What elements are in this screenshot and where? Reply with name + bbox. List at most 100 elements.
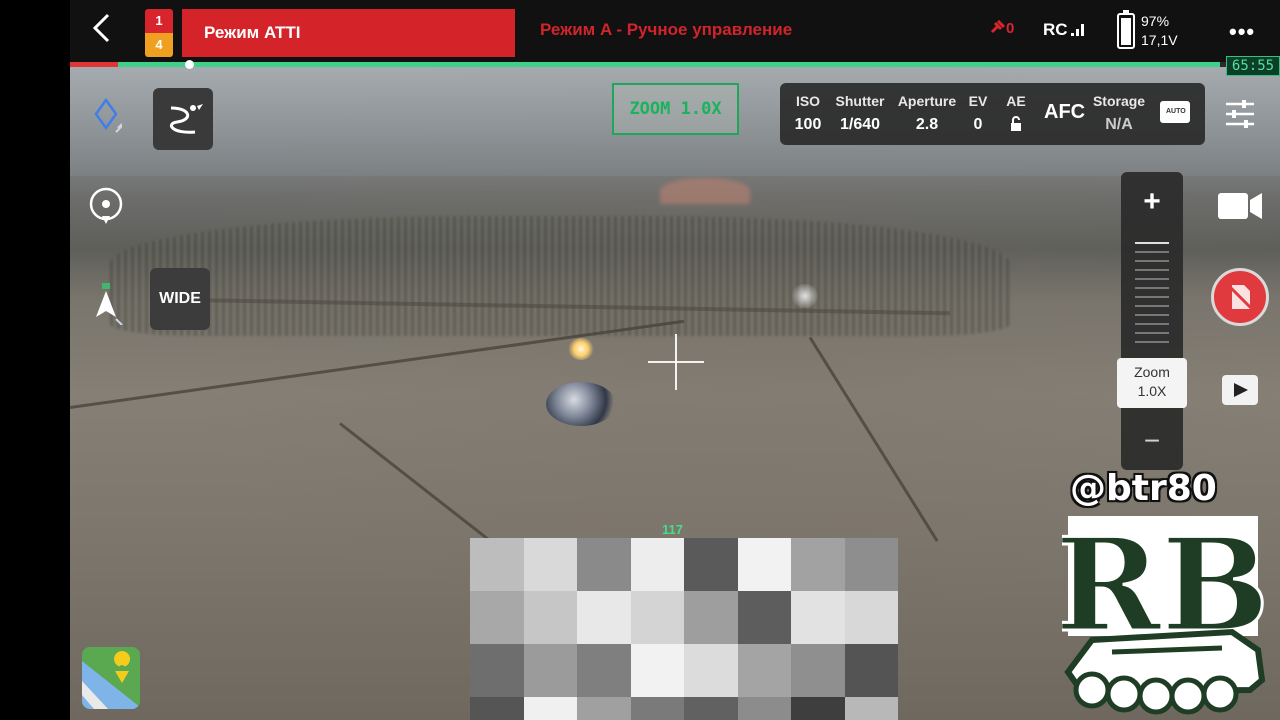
video-camera-icon[interactable] <box>1216 190 1264 222</box>
satellite-icon <box>990 19 1006 34</box>
lock-icon <box>1002 116 1030 136</box>
distant-hill <box>660 178 750 204</box>
progress-knob[interactable] <box>185 60 194 69</box>
zoom-tick <box>1135 314 1169 316</box>
flight-badge-bottom: 4 <box>145 33 173 57</box>
zoom-tick <box>1135 269 1169 271</box>
ae-label: AE <box>1006 93 1026 109</box>
route-icon <box>170 104 203 134</box>
battery-percent: 97% <box>1141 13 1170 29</box>
censor-pixel <box>791 644 845 697</box>
watermark-logo: RB <box>1053 510 1271 717</box>
aperture-param[interactable]: Aperture 2.8 <box>896 93 958 134</box>
explosion-flash <box>568 338 594 360</box>
altitude-readout: 117 <box>662 522 683 537</box>
zoom-out-button[interactable]: − <box>1121 426 1183 456</box>
flight-progress-bar <box>70 60 1280 69</box>
more-options-button[interactable]: ••• <box>1229 21 1255 43</box>
censor-pixel <box>523 591 577 644</box>
censor-pixel <box>844 591 898 644</box>
atti-mode-button[interactable]: Режим ATTI <box>182 9 515 57</box>
censor-pixel <box>577 697 631 720</box>
zoom-slider[interactable]: + Zoom 1.0X − <box>1117 172 1187 470</box>
flight-status-badge[interactable]: 1 4 <box>145 9 173 57</box>
diamond-icon[interactable] <box>92 97 123 134</box>
censor-pixel <box>737 538 791 591</box>
zoom-tick <box>1135 341 1169 343</box>
ev-param[interactable]: EV 0 <box>966 93 990 134</box>
flight-mode-text: Режим A - Ручное управление <box>540 20 793 39</box>
storage-icon[interactable]: AUTO <box>1160 101 1190 123</box>
censor-pixel <box>470 697 524 720</box>
storage-label: Storage <box>1092 93 1146 109</box>
progress-warning-segment <box>70 62 118 67</box>
zoom-tick <box>1135 332 1169 334</box>
censor-pixel <box>791 538 845 591</box>
distant-smoke <box>790 284 820 308</box>
rc-label: RC <box>1043 20 1068 39</box>
sliders-icon[interactable] <box>1224 98 1256 130</box>
watermark-handle: @btr80 <box>1070 468 1217 509</box>
map-button[interactable] <box>82 647 140 709</box>
battery-icon <box>1117 10 1135 49</box>
camera-parameters-panel[interactable]: ISO 100 Shutter 1/640 Aperture 2.8 EV 0 … <box>780 83 1205 145</box>
signal-indicator[interactable]: 0 <box>990 19 1015 37</box>
censor-pixel <box>470 644 524 697</box>
ev-value: 0 <box>973 116 983 133</box>
censor-pixel <box>737 644 791 697</box>
signal-count: 0 <box>1006 20 1015 37</box>
route-button[interactable] <box>153 88 213 150</box>
focus-mode[interactable]: AFC <box>1044 101 1085 124</box>
censor-pixel <box>844 697 898 720</box>
signal-bars-icon <box>1070 22 1087 36</box>
ae-lock-param[interactable]: AE <box>1002 93 1030 136</box>
record-button[interactable] <box>1211 268 1269 326</box>
no-sd-card-icon <box>1226 283 1256 313</box>
play-icon <box>1234 383 1248 397</box>
censor-pixel <box>844 644 898 697</box>
letterbox-left <box>0 0 70 720</box>
crosshair <box>648 334 704 390</box>
field-boundary <box>808 336 939 542</box>
censor-pixel <box>630 697 684 720</box>
field-treeline <box>339 422 499 548</box>
explosion-smoke <box>546 382 616 426</box>
shutter-label: Shutter <box>835 93 885 109</box>
censor-pixel <box>684 644 738 697</box>
compass-icon[interactable] <box>90 283 124 326</box>
zoom-readout[interactable]: Zoom 1.0X <box>1117 358 1187 408</box>
chevron-left-icon <box>92 13 110 43</box>
storage-value: N/A <box>1105 116 1133 133</box>
censor-pixel <box>577 538 631 591</box>
iso-label: ISO <box>795 93 821 109</box>
zoom-tick <box>1135 323 1169 325</box>
storage-param[interactable]: Storage N/A <box>1090 93 1148 134</box>
zoom-tick <box>1135 287 1169 289</box>
zoom-tick <box>1135 305 1169 307</box>
censor-pixel <box>523 697 577 720</box>
censor-pixel <box>470 591 524 644</box>
censor-pixel <box>791 591 845 644</box>
censor-pixel <box>523 644 577 697</box>
censor-pixel <box>523 538 577 591</box>
zoom-tick <box>1135 251 1169 253</box>
ev-label: EV <box>968 93 988 109</box>
back-button[interactable] <box>90 12 124 52</box>
target-icon[interactable] <box>88 186 126 226</box>
censor-pixel <box>577 591 631 644</box>
wide-lens-button[interactable]: WIDE <box>150 268 210 330</box>
zoom-indicator: ZOOM 1.0X <box>612 83 739 135</box>
flight-badge-top: 1 <box>145 9 173 33</box>
zoom-readout-value: 1.0X <box>1137 383 1167 399</box>
iso-value: 100 <box>794 116 822 133</box>
shutter-param[interactable]: Shutter 1/640 <box>834 93 886 134</box>
zoom-readout-label: Zoom <box>1134 364 1170 380</box>
zoom-in-button[interactable]: + <box>1121 182 1183 222</box>
censored-region <box>470 538 898 720</box>
rc-signal[interactable]: RC <box>1043 20 1087 40</box>
playback-button[interactable] <box>1222 375 1258 405</box>
aperture-label: Aperture <box>897 93 957 109</box>
map-icon <box>82 647 140 709</box>
iso-param[interactable]: ISO 100 <box>792 93 824 134</box>
censor-pixel <box>684 697 738 720</box>
